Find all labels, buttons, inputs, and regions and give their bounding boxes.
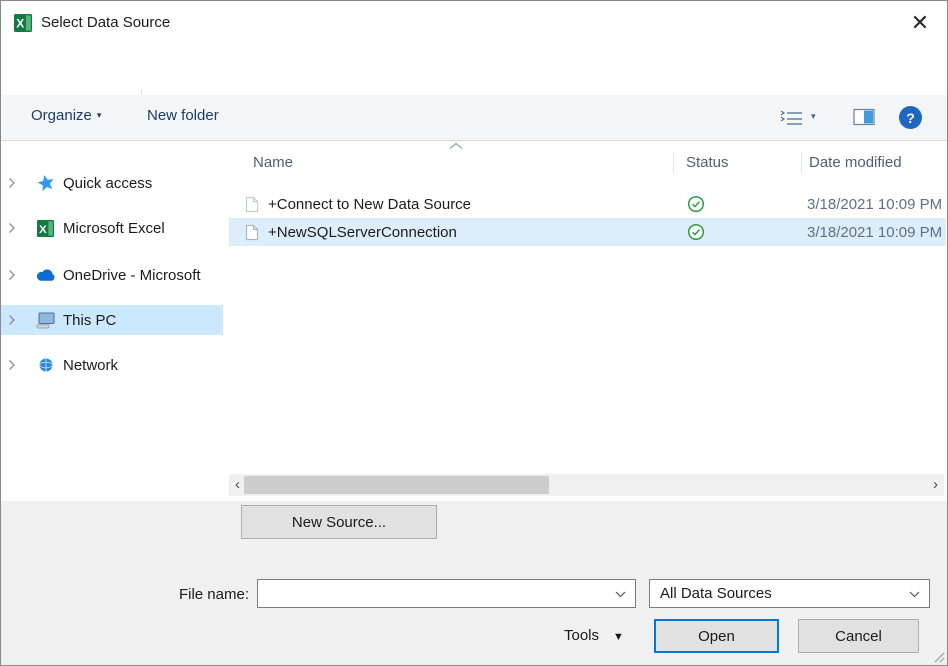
file-name-combo[interactable] (257, 579, 636, 608)
file-type-select[interactable]: All Data Sources (649, 579, 930, 608)
file-type-value: All Data Sources (660, 585, 772, 602)
dialog-footer: New Source... File name: All Data Source… (1, 501, 947, 665)
document-icon (245, 196, 259, 213)
file-name: +NewSQLServerConnection (268, 224, 457, 241)
file-name-input[interactable] (258, 580, 635, 607)
svg-text:X: X (16, 17, 24, 31)
column-header-name[interactable]: Name (253, 154, 293, 171)
organize-caret-icon: ▾ (97, 110, 102, 120)
status-available-icon (687, 223, 705, 241)
open-button[interactable]: Open (654, 619, 779, 653)
sidebar: Quick access X Microsoft Excel (1, 141, 223, 501)
column-header-status[interactable]: Status (686, 154, 729, 171)
help-icon[interactable]: ? (899, 106, 922, 129)
toolbar: Organize ▾ New folder ▾ ? (1, 95, 947, 141)
new-folder-button[interactable]: New folder (147, 107, 219, 124)
main-area: Quick access X Microsoft Excel (1, 141, 947, 501)
table-row[interactable]: +Connect to New Data Source 3/18/2021 10… (229, 190, 946, 218)
sidebar-item-label: Quick access (63, 175, 152, 192)
star-icon (32, 174, 59, 192)
expand-chevron-icon[interactable] (1, 359, 32, 371)
sort-ascending-icon[interactable] (449, 142, 463, 150)
file-list: Name Status Date modified +Connect to Ne… (223, 141, 946, 501)
cloud-icon (32, 268, 59, 282)
view-caret-icon[interactable]: ▾ (811, 111, 816, 122)
chevron-down-icon[interactable] (615, 591, 626, 598)
organize-label: Organize (31, 107, 92, 124)
sidebar-item-label: This PC (63, 312, 116, 329)
sidebar-item-microsoft-excel[interactable]: X Microsoft Excel (1, 213, 223, 243)
sidebar-item-label: OneDrive - Microsoft (63, 267, 201, 284)
title-bar: X Select Data Source ✕ (1, 1, 947, 45)
expand-chevron-icon[interactable] (1, 222, 32, 234)
preview-pane-icon[interactable] (853, 108, 875, 126)
network-icon (32, 357, 59, 373)
pc-icon (32, 312, 59, 329)
resize-grip[interactable] (933, 651, 945, 663)
navigation-bar: ← → ↑ « Documents My Data Sources ↻ (1, 45, 947, 95)
sidebar-item-network[interactable]: Network (1, 350, 223, 380)
tools-button[interactable]: Tools ▼ (564, 627, 624, 644)
change-view-icon[interactable] (779, 108, 805, 128)
select-data-source-dialog: X Select Data Source ✕ ← → ↑ « Documents (0, 0, 948, 666)
horizontal-scrollbar[interactable]: ‹ › (229, 474, 944, 496)
column-divider[interactable] (801, 151, 802, 173)
tools-label: Tools (564, 627, 599, 644)
column-header-date-modified[interactable]: Date modified (809, 154, 902, 171)
file-date-modified: 3/18/2021 10:09 PM (807, 224, 942, 241)
column-divider[interactable] (673, 151, 674, 173)
table-row[interactable]: +NewSQLServerConnection 3/18/2021 10:09 … (229, 218, 946, 246)
excel-icon: X (32, 220, 59, 237)
tools-caret-icon: ▼ (613, 631, 624, 643)
sidebar-item-this-pc[interactable]: This PC (1, 305, 223, 335)
scrollbar-thumb[interactable] (244, 476, 549, 494)
chevron-down-icon (909, 591, 920, 598)
scroll-right-icon[interactable]: › (927, 474, 944, 496)
close-icon[interactable]: ✕ (903, 7, 937, 39)
status-available-icon (687, 195, 705, 213)
sidebar-item-label: Network (63, 357, 118, 374)
expand-chevron-icon[interactable] (1, 314, 32, 326)
excel-app-icon: X (14, 14, 32, 32)
sidebar-item-onedrive[interactable]: OneDrive - Microsoft (1, 260, 223, 290)
cancel-button[interactable]: Cancel (798, 619, 919, 653)
svg-text:X: X (39, 223, 47, 235)
expand-chevron-icon[interactable] (1, 269, 32, 281)
expand-chevron-icon[interactable] (1, 177, 32, 189)
file-date-modified: 3/18/2021 10:09 PM (807, 196, 942, 213)
organize-button[interactable]: Organize ▾ (31, 107, 101, 124)
document-icon (245, 224, 259, 241)
sidebar-item-quick-access[interactable]: Quick access (1, 168, 223, 198)
new-source-button[interactable]: New Source... (241, 505, 437, 539)
page-title: Select Data Source (41, 14, 170, 31)
sidebar-item-label: Microsoft Excel (63, 220, 165, 237)
file-name-label: File name: (101, 586, 249, 603)
file-name: +Connect to New Data Source (268, 196, 471, 213)
